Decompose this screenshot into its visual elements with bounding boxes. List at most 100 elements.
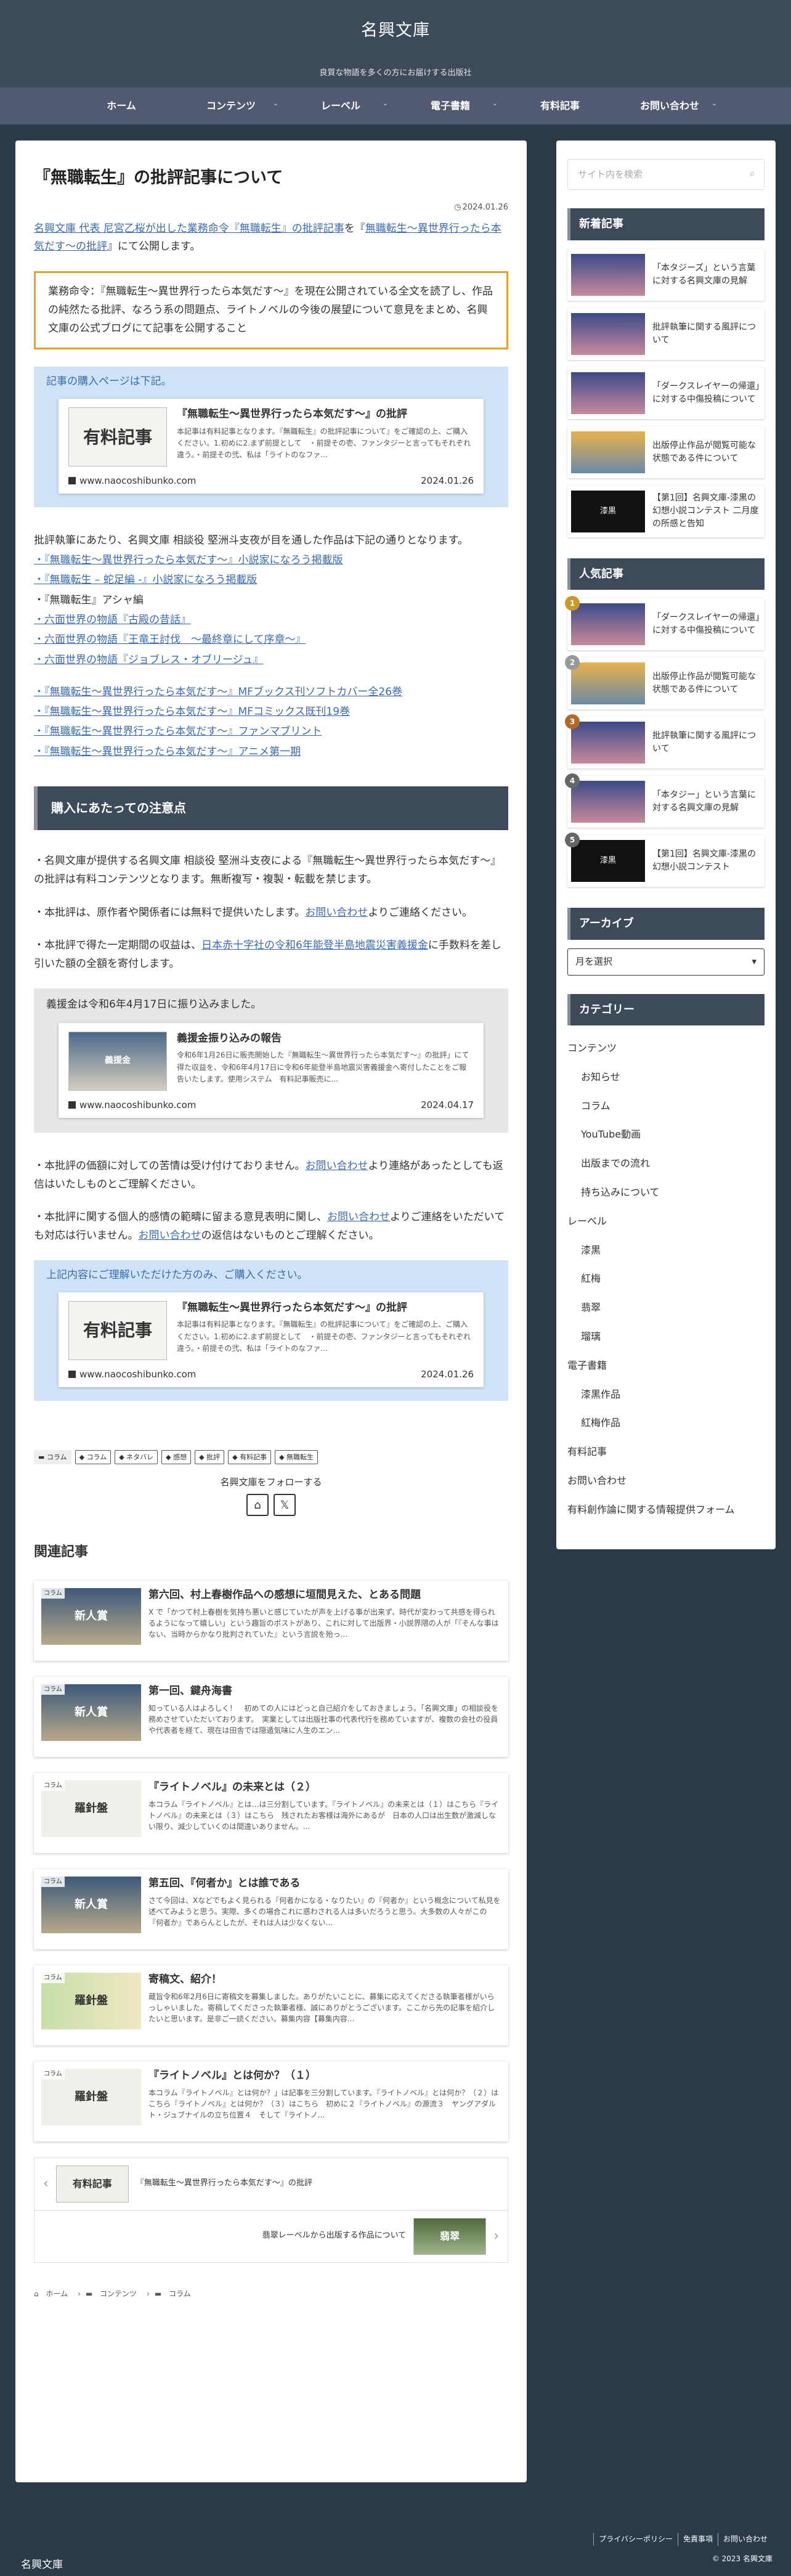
category-item[interactable]: 瑠璃: [567, 1323, 765, 1351]
list-item: ・『無職転生〜異世界行ったら本気だす〜』MFコミックス既刊19巻: [34, 702, 508, 722]
related-card[interactable]: 羅針盤 コラム 寄稿文、紹介！ 蔵旨令和6年2月6日に寄稿文を募集しました。ありがたい…: [34, 1965, 508, 2045]
tag-link[interactable]: ◆ コラム: [75, 1449, 112, 1465]
post-pager: ‹ 有料記事 『無職転生〜異世界行ったら本気だす〜』の批評 翡翠レーベルから出版…: [34, 2157, 508, 2263]
work-link[interactable]: ・『無職転生 – 蛇足編 -』小説家になろう掲載版: [34, 574, 257, 586]
red-cross-link[interactable]: 日本赤十字社の令和6年能登半島地震災害義援金: [201, 939, 428, 952]
work-link[interactable]: ・『無職転生〜異世界行ったら本気だす〜』MFコミックス既刊19巻: [34, 706, 350, 718]
category-item[interactable]: 電子書籍: [567, 1351, 765, 1380]
category-item[interactable]: 翡翠: [567, 1294, 765, 1323]
category-item[interactable]: 紅梅作品: [567, 1409, 765, 1438]
tag-link[interactable]: ◆ 無職転生: [275, 1449, 318, 1465]
tag-link[interactable]: ◆ ネタバレ: [115, 1449, 158, 1465]
post-label: 「ダークスレイヤーの帰還」に対する中傷投稿について: [652, 613, 760, 635]
popular-post[interactable]: 3 批評執筆に関する風評について: [565, 714, 765, 768]
prev-thumb: 有料記事: [55, 2165, 129, 2203]
archive-select[interactable]: 月を選択 ▾: [567, 948, 765, 976]
popular-post[interactable]: 2 出版停止作品が閲覧可能な状態である件について: [565, 655, 765, 709]
breadcrumb-item[interactable]: ▬ コンテンツ: [86, 2289, 142, 2298]
work-link[interactable]: ・『無職転生〜異世界行ったら本気だす〜』ファンマブリント: [34, 725, 322, 738]
work-link[interactable]: ・『無職転生〜異世界行ったら本気だす〜』アニメ第一期: [34, 746, 301, 758]
breadcrumb-item[interactable]: ▬ コラム: [155, 2289, 196, 2298]
contact-link[interactable]: お問い合わせ: [139, 1229, 201, 1242]
next-post[interactable]: 翡翠レーベルから出版する作品について 翡翠 ›: [34, 2211, 508, 2262]
blogcard-title: 『無職転生〜異世界行ったら本気だす〜』の批評: [177, 1301, 407, 1314]
category-item[interactable]: 出版までの流れ: [567, 1149, 765, 1178]
search-input[interactable]: [577, 168, 750, 181]
new-post[interactable]: 「ダークスレイヤーの帰還」に対する中傷投稿について: [567, 367, 765, 419]
work-label: ・『無職転生』アシャ編: [34, 593, 144, 606]
category-item[interactable]: 漆黒: [567, 1236, 765, 1265]
rank-badge: 5: [565, 833, 580, 847]
work-link[interactable]: ・六面世界の物語『ジョブレス・オブリージュ』: [34, 654, 263, 666]
related-card[interactable]: 新人賞 コラム 第六回、村上春樹作品への感想に垣間見えた、とある問題 X で「かつて村…: [34, 1580, 508, 1661]
tag-link[interactable]: ◆ 有料記事: [228, 1449, 272, 1465]
related-thumb-text: 羅針盤: [75, 1802, 108, 1816]
intro-link[interactable]: 名興文庫 代表 尼宮乙桜が出した業務命令『無職転生』の批評記事: [34, 222, 344, 235]
breadcrumb-item[interactable]: ⌂ ホーム: [34, 2289, 73, 2298]
nav-item-3[interactable]: 電子書籍 ⌄: [396, 97, 505, 115]
tag-icon: ◆: [279, 1453, 287, 1461]
popular-post[interactable]: 1 「ダークスレイヤーの帰還」に対する中傷投稿について: [565, 596, 765, 650]
work-link[interactable]: ・六面世界の物語『古殿の昔話』: [34, 614, 191, 626]
related-thumb: 羅針盤 コラム: [41, 1972, 141, 2029]
footer-link[interactable]: お問い合わせ: [717, 2533, 773, 2546]
home-icon[interactable]: ⌂: [246, 1494, 269, 1517]
rank-badge: 4: [565, 773, 580, 788]
nav-item-0[interactable]: ホーム: [67, 97, 176, 115]
category-item[interactable]: レーベル: [567, 1207, 765, 1236]
new-post[interactable]: 批評執筆に関する風評について: [567, 308, 765, 360]
related-card[interactable]: 羅針盤 コラム 『ライトノベル』の未来とは（２） 本コラム『ライトノベル』とは…は三分…: [34, 1772, 508, 1853]
category-item[interactable]: YouTube動画: [567, 1120, 765, 1149]
category-item[interactable]: 持ち込みについて: [567, 1178, 765, 1207]
category-item[interactable]: お問い合わせ: [567, 1467, 765, 1496]
blogcard-critique[interactable]: 有料記事 『無職転生〜異世界行ったら本気だす〜』の批評 本記事は有料記事となりま…: [59, 399, 484, 494]
footer-link[interactable]: 免責事項: [677, 2533, 718, 2546]
nav-item-1[interactable]: コンテンツ ⌄: [176, 97, 286, 115]
related-body: 第一回、鍵舟海書 知っている人はよろしく！ 初めての人にはどっと自己紹介をしておき…: [148, 1684, 501, 1750]
footer-link[interactable]: プライバシーポリシー: [593, 2533, 678, 2546]
nav-item-5[interactable]: お問い合わせ ⌄: [615, 97, 724, 115]
nav-label: ホーム: [107, 100, 136, 112]
category-item[interactable]: 有料創作論に関する情報提供フォーム: [567, 1496, 765, 1525]
related-body: 第六回、村上春樹作品への感想に垣間見えた、とある問題 X で「かつて村上春樹を気持…: [148, 1588, 501, 1653]
category-item[interactable]: コンテンツ: [567, 1034, 765, 1063]
site-title[interactable]: 名興文庫: [0, 0, 791, 45]
related-card[interactable]: 新人賞 コラム 第一回、鍵舟海書 知っている人はよろしく！ 初めての人にはどっと自己紹…: [34, 1676, 508, 1757]
search-icon[interactable]: ⌕: [749, 165, 755, 184]
work-link[interactable]: ・『無職転生〜異世界行ったら本気だす〜』小説家になろう掲載版: [34, 554, 343, 566]
related-list: 新人賞 コラム 第六回、村上春樹作品への感想に垣間見えた、とある問題 X で「かつて村…: [34, 1580, 508, 2142]
work-link[interactable]: ・『無職転生〜異世界行ったら本気だす〜』MFブックス刊ソフトカバー全26巻: [34, 686, 402, 698]
category-item[interactable]: 漆黒作品: [567, 1380, 765, 1409]
category-item[interactable]: 有料記事: [567, 1438, 765, 1467]
new-post[interactable]: 「本タジーズ」という言葉に対する名興文庫の見解: [567, 249, 765, 301]
new-post[interactable]: 出版停止作品が閲覧可能な状態である件について: [567, 426, 765, 478]
global-nav: ホーム コンテンツ ⌄ レーベル ⌄ 電子書籍 ⌄ 有料記事 お問い合わせ ⌄: [0, 88, 791, 124]
category-item[interactable]: 紅梅: [567, 1265, 765, 1294]
category-badge[interactable]: ▬ コラム: [34, 1449, 71, 1465]
related-card[interactable]: 羅針盤 コラム 『ライトノベル』とは何か？（１） 本コラム『ライトノベル』とは何か？」…: [34, 2061, 508, 2142]
blogcard-date: 2024.01.26: [421, 1368, 474, 1380]
popular-post[interactable]: 4 「本タジー」という言葉に対する名興文庫の見解: [565, 773, 765, 828]
related-card[interactable]: 新人賞 コラム 第五回、『何者か』とは誰である さて今回は、Xなどでもよく見られる『何…: [34, 1869, 508, 1949]
prev-post[interactable]: ‹ 有料記事 『無職転生〜異世界行ったら本気だす〜』の批評: [34, 2158, 508, 2211]
blogcard-donation[interactable]: 義援金 義援金振り込みの報告 令和6年1月26日に販売開始した『無職転生〜異世界…: [59, 1022, 484, 1118]
category-item[interactable]: コラム: [567, 1092, 765, 1121]
tag-link[interactable]: ◆ 感想: [161, 1449, 192, 1465]
x-icon[interactable]: 𝕏: [274, 1494, 296, 1517]
category-item[interactable]: お知らせ: [567, 1063, 765, 1092]
nav-item-4[interactable]: 有料記事: [505, 97, 615, 115]
related-thumb: 羅針盤 コラム: [41, 2068, 141, 2126]
list-item: ・六面世界の物語『王竜王討伐 ～最終章にして序章～』: [34, 630, 508, 650]
popular-post[interactable]: 5 漆黒 【第1回】名興文庫-漆黒の幻想小説コンテスト: [565, 833, 765, 887]
tag-link[interactable]: ◆ 批評: [195, 1449, 225, 1465]
contact-link[interactable]: お問い合わせ: [305, 907, 368, 919]
new-post[interactable]: 漆黒 【第1回】名興文庫-漆黒の幻想小説コンテスト 二月度の所感と告知: [567, 486, 765, 537]
tag-icon: ◆: [166, 1453, 174, 1461]
nav-item-2[interactable]: レーベル ⌄: [286, 97, 396, 115]
contact-link[interactable]: お問い合わせ: [305, 1160, 368, 1172]
work-link[interactable]: ・六面世界の物語『王竜王討伐 ～最終章にして序章～』: [34, 634, 306, 646]
footer-logo[interactable]: 名興文庫: [21, 2556, 63, 2575]
contact-link[interactable]: お問い合わせ: [327, 1211, 390, 1223]
blogcard-critique[interactable]: 有料記事 『無職転生〜異世界行ったら本気だす〜』の批評 本記事は有料記事となりま…: [59, 1292, 484, 1387]
chevron-right-icon: ›: [493, 2228, 499, 2244]
